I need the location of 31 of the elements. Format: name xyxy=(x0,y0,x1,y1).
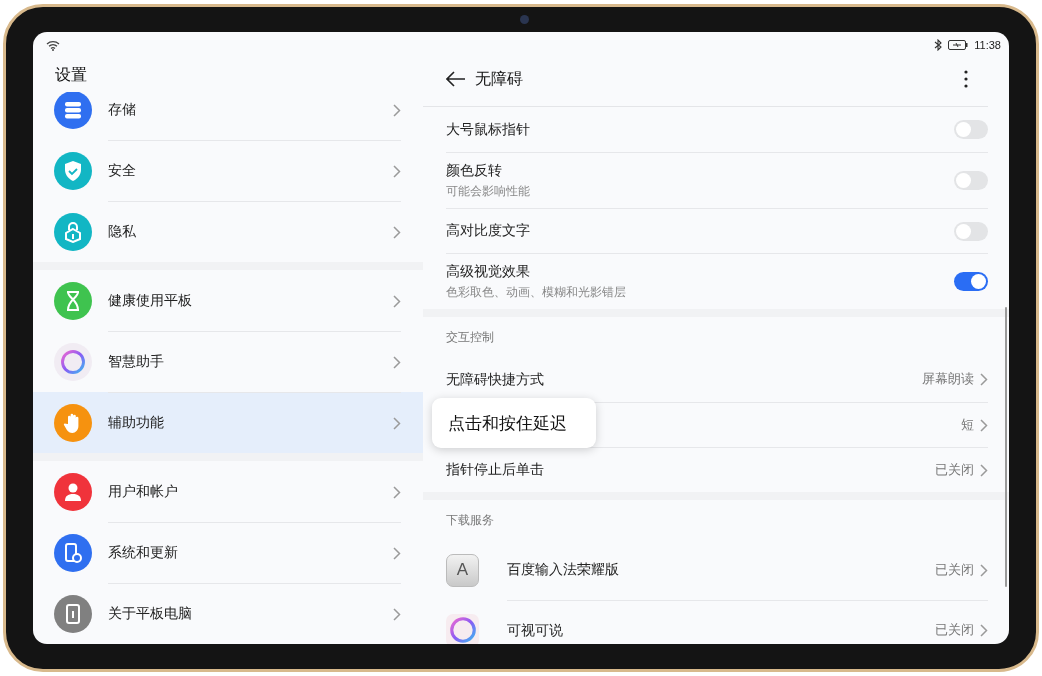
setting-label: 大号鼠标指针 xyxy=(446,120,530,139)
setting-label: 高级视觉效果 xyxy=(446,262,531,281)
setting-label: 高对比度文字 xyxy=(446,222,530,240)
sidebar-item-label: 用户和帐户 xyxy=(108,483,178,501)
setting-value: 已关闭 xyxy=(935,561,974,579)
key-letter: A xyxy=(456,560,469,580)
sidebar-item-label: 智慧助手 xyxy=(108,353,164,371)
sidebar-item-label: 关于平板电脑 xyxy=(108,605,192,623)
setting-value: 已关闭 xyxy=(935,622,974,639)
app-name: 百度输入法荣耀版 xyxy=(507,561,619,579)
setting-label: 无障碍快捷方式 xyxy=(446,370,545,389)
page-title: 无障碍 xyxy=(475,68,524,90)
sidebar-item-label: 存储 xyxy=(108,101,136,119)
sidebar-item-label: 系统和更新 xyxy=(108,544,178,562)
status-time: 11:38 xyxy=(974,39,1001,51)
sidebar-title: 设置 xyxy=(54,63,88,86)
sidebar-item-label: 辅助功能 xyxy=(108,414,164,432)
setting-value: 已关闭 xyxy=(935,461,974,479)
setting-description: 可能会影响性能 xyxy=(446,182,530,200)
setting-label: 颜色反转 xyxy=(446,161,503,180)
section-header: 下载服务 xyxy=(445,511,495,529)
setting-value: 短 xyxy=(961,416,974,434)
sidebar-item-label: 健康使用平板 xyxy=(108,292,192,310)
tooltip: 点击和按住延迟 xyxy=(432,398,596,448)
setting-description: 色彩取色、动画、模糊和光影错层 xyxy=(446,283,626,301)
setting-value: 屏幕朗读 xyxy=(922,371,974,388)
section-header: 交互控制 xyxy=(445,328,495,346)
app-name: 可视可说 xyxy=(507,621,563,640)
setting-label: 指针停止后单击 xyxy=(446,461,545,479)
sidebar-item-label: 隐私 xyxy=(108,223,136,241)
sidebar-item-label: 安全 xyxy=(108,162,136,180)
